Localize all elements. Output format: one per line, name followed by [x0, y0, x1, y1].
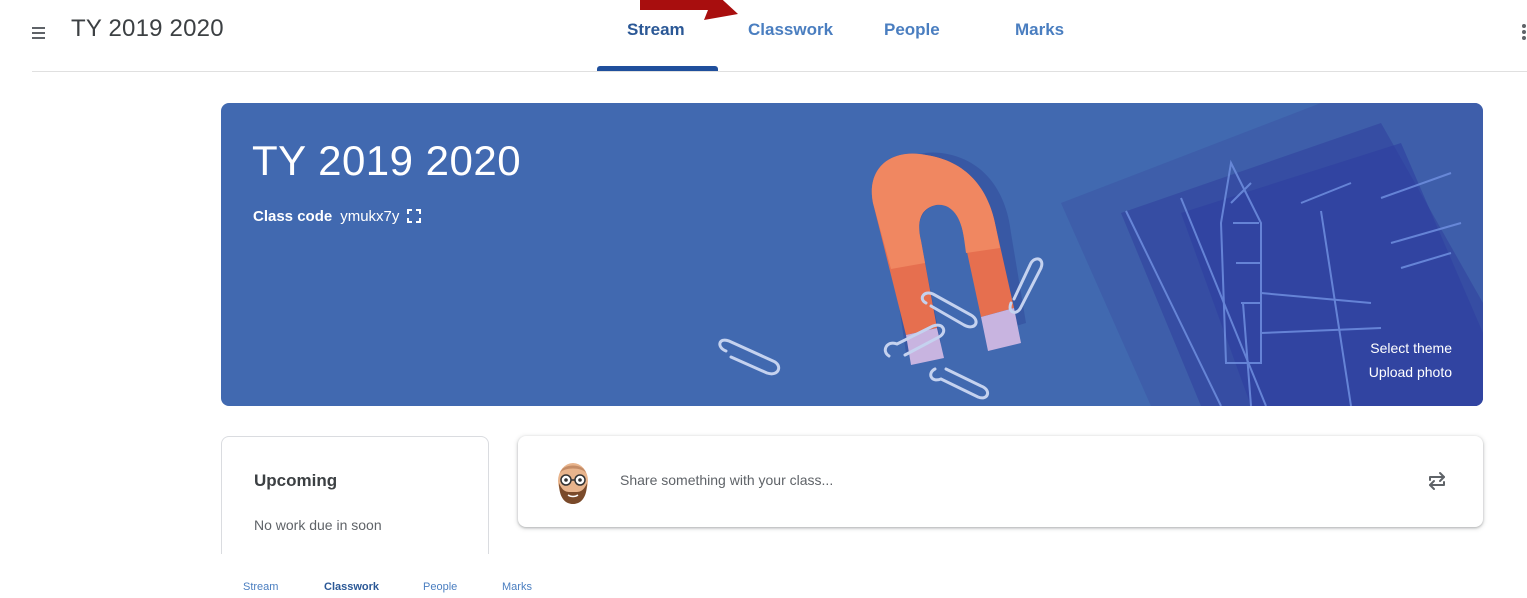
upcoming-title: Upcoming	[254, 471, 338, 490]
header-divider	[32, 71, 1527, 72]
upcoming-empty-text: No work due in soon	[254, 517, 382, 533]
footer-tab-stream[interactable]: Stream	[243, 581, 278, 593]
repost-arrows-icon[interactable]	[1425, 469, 1449, 493]
fullscreen-expand-icon[interactable]	[406, 208, 422, 224]
footer-tab-people[interactable]: People	[423, 581, 457, 593]
banner-class-title: TY 2019 2020	[252, 137, 522, 184]
tab-marks[interactable]: Marks	[1015, 20, 1064, 40]
upload-photo-link[interactable]: Upload photo	[1369, 360, 1452, 384]
class-banner: TY 2019 2020 Class code ymukx7y Select t…	[221, 103, 1483, 406]
share-box[interactable]: Share something with your class...	[518, 436, 1483, 527]
tab-bar: Stream Classwork People Marks	[0, 0, 1527, 72]
select-theme-link[interactable]: Select theme	[1369, 336, 1452, 360]
more-vert-icon[interactable]	[1519, 22, 1527, 42]
footer-tab-bar: Stream Classwork People Marks	[0, 581, 1527, 595]
footer-tab-marks[interactable]: Marks	[502, 581, 532, 593]
share-placeholder[interactable]: Share something with your class...	[620, 472, 833, 488]
upcoming-card: Upcoming No work due in soon	[221, 436, 489, 566]
tab-classwork[interactable]: Classwork	[748, 20, 833, 40]
bitmoji-avatar	[558, 463, 588, 504]
annotation-arrow-icon	[640, 0, 738, 20]
banner-actions: Select theme Upload photo	[1369, 336, 1452, 384]
tab-people[interactable]: People	[884, 20, 940, 40]
class-code: Class code ymukx7y	[253, 205, 422, 227]
class-code-label: Class code	[253, 207, 333, 225]
top-bar: TY 2019 2020 Stream Classwork People Mar…	[0, 0, 1527, 72]
tab-stream[interactable]: Stream	[627, 20, 685, 40]
footer-tab-classwork[interactable]: Classwork	[324, 581, 379, 593]
class-code-value: ymukx7y	[340, 207, 400, 225]
